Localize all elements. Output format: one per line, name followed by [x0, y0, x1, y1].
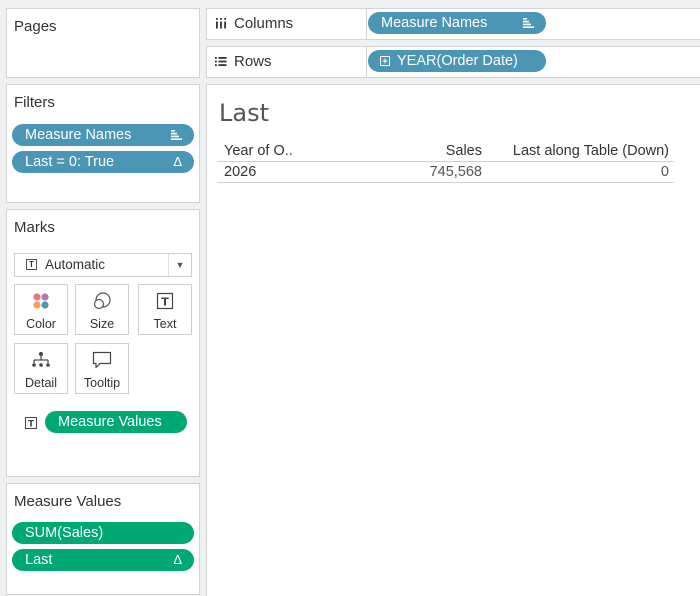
detail-label: Detail [25, 376, 57, 390]
columns-shelf-label: Columns [214, 9, 293, 39]
header-year[interactable]: Year of O.. [224, 141, 293, 161]
text-encoding-icon: T [25, 416, 37, 430]
list-sort-icon [171, 124, 182, 146]
text-button[interactable]: T Text [138, 284, 192, 335]
detail-icon [15, 351, 67, 371]
columns-pill-measure-names[interactable]: Measure Names [368, 12, 546, 34]
columns-shelf[interactable]: Columns Measure Names [206, 8, 700, 40]
columns-icon [214, 9, 228, 39]
filters-panel: Filters Measure Names Last = 0: True Δ [6, 84, 200, 203]
rows-pill-label: YEAR(Order Date) [397, 53, 518, 69]
list-sort-icon [523, 12, 534, 34]
measure-pill-sum-sales[interactable]: SUM(Sales) [12, 522, 194, 544]
rows-shelf[interactable]: Rows YEAR(Order Date) [206, 46, 700, 78]
columns-label: Columns [234, 15, 294, 32]
size-button[interactable]: Size [75, 284, 129, 335]
filters-title: Filters [14, 94, 55, 111]
rows-icon [214, 47, 228, 77]
shelf-divider [366, 47, 367, 77]
table-header-row: Year of O.. Sales Last along Table (Down… [217, 141, 674, 162]
measure-pill-label: Last [25, 552, 53, 568]
color-button[interactable]: Color [14, 284, 68, 335]
columns-pill-label: Measure Names [381, 15, 488, 31]
measure-pill-last[interactable]: Last Δ [12, 549, 194, 571]
color-icon [15, 292, 67, 312]
pages-title: Pages [14, 18, 57, 35]
cell-year[interactable]: 2026 [224, 162, 256, 182]
filter-pill-label: Measure Names [25, 127, 132, 143]
cell-sales[interactable]: 745,568 [430, 162, 482, 182]
svg-text:T: T [161, 296, 169, 309]
delta-icon: Δ [173, 154, 182, 169]
cell-last[interactable]: 0 [661, 162, 669, 182]
rows-label: Rows [234, 53, 272, 70]
svg-text:T: T [28, 420, 34, 430]
filter-pill-label: Last = 0: True [25, 154, 115, 170]
measure-pill-label: SUM(Sales) [25, 525, 104, 541]
text-mark-icon: T [26, 259, 37, 270]
data-table: Year of O.. Sales Last along Table (Down… [217, 141, 674, 183]
marks-title: Marks [14, 219, 55, 236]
shelf-divider [366, 9, 367, 39]
view-area: Last Year of O.. Sales Last along Table … [206, 84, 700, 596]
measure-values-title: Measure Values [14, 493, 122, 510]
measure-values-pill[interactable]: Measure Values [45, 411, 187, 433]
mark-type-label: Automatic [45, 257, 106, 272]
size-icon [76, 292, 128, 312]
chevron-down-icon[interactable]: ▼ [168, 254, 191, 276]
expand-plus-icon[interactable] [380, 50, 390, 72]
delta-icon: Δ [173, 552, 182, 567]
pages-panel: Pages [6, 8, 200, 78]
mark-type-dropdown[interactable]: T Automatic ▼ [14, 253, 192, 277]
rows-shelf-label: Rows [214, 47, 272, 77]
tooltip-icon [76, 351, 128, 371]
color-label: Color [26, 317, 56, 331]
header-sales[interactable]: Sales [446, 141, 482, 161]
measure-values-pill-label: Measure Values [58, 414, 162, 430]
view-title: Last [219, 99, 269, 127]
measure-values-panel: Measure Values SUM(Sales) Last Δ [6, 483, 200, 595]
text-icon: T [139, 292, 191, 312]
filter-pill-measure-names[interactable]: Measure Names [12, 124, 194, 146]
rows-pill-year-order-date[interactable]: YEAR(Order Date) [368, 50, 546, 72]
tooltip-label: Tooltip [83, 376, 121, 390]
filter-pill-last[interactable]: Last = 0: True Δ [12, 151, 194, 173]
table-row: 2026 745,568 0 [217, 162, 674, 183]
marks-panel: Marks T Automatic ▼ Color Size T Text De… [6, 209, 200, 477]
tooltip-button[interactable]: Tooltip [75, 343, 129, 394]
detail-button[interactable]: Detail [14, 343, 68, 394]
header-last-along-table[interactable]: Last along Table (Down) [513, 141, 669, 161]
text-label: Text [153, 317, 177, 331]
size-label: Size [89, 317, 115, 331]
